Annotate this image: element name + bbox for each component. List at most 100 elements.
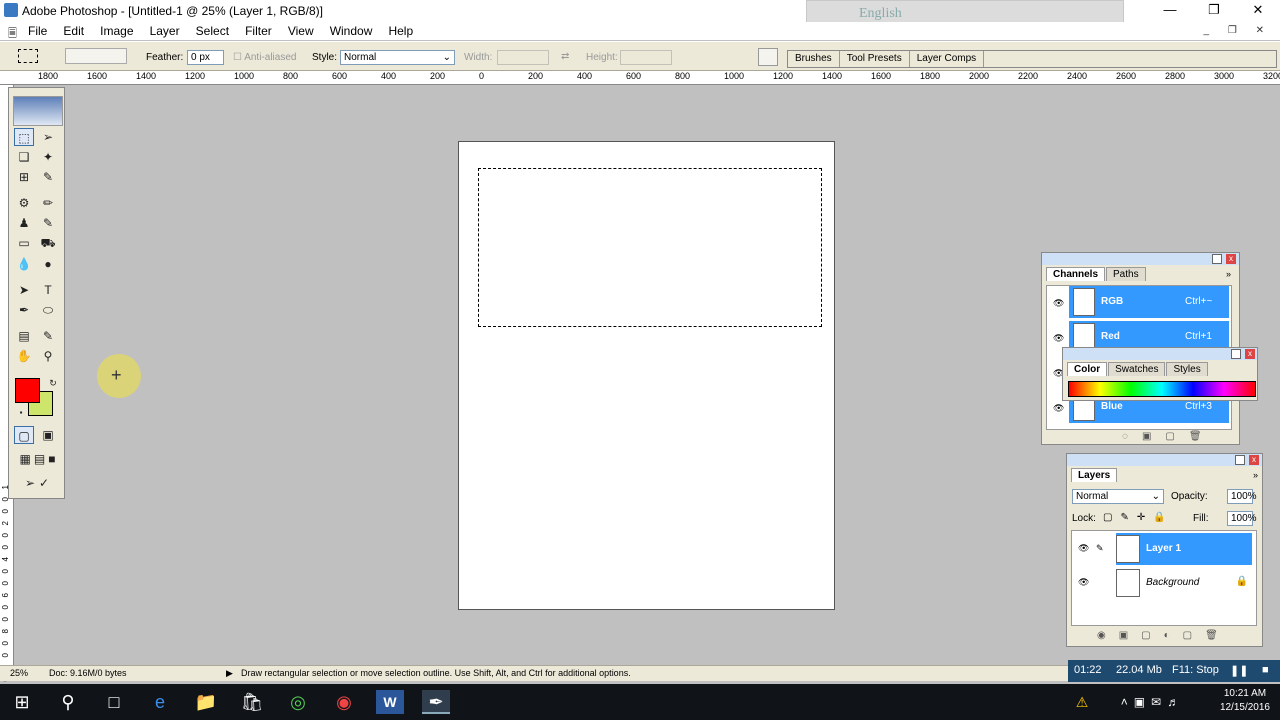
swap-icon[interactable]: ⇄ <box>561 51 569 62</box>
type-tool[interactable]: T <box>38 281 58 299</box>
close-button[interactable]: ✕ <box>1243 2 1273 20</box>
hand-tool[interactable]: ✋ <box>14 347 34 365</box>
tab-tool-presets[interactable]: Tool Presets <box>840 51 910 67</box>
restore-button[interactable]: ❐ <box>1199 2 1229 20</box>
crop-tool[interactable]: ⊞ <box>14 168 34 186</box>
fill-input[interactable]: 100% <box>1227 511 1257 526</box>
menu-edit[interactable]: Edit <box>63 24 84 38</box>
menu-file[interactable]: File <box>28 24 47 38</box>
selection-mode-buttons[interactable] <box>65 48 127 64</box>
clone-stamp-tool[interactable]: ♟ <box>14 214 34 232</box>
layer-row-layer-1[interactable]: Layer 1 <box>1116 533 1252 565</box>
marquee-preset-icon[interactable] <box>18 49 38 63</box>
eraser-tool[interactable]: ▭ <box>14 234 34 252</box>
standard-mode-button[interactable]: ▢ <box>14 426 34 444</box>
search-icon[interactable]: ⚲ <box>54 690 82 714</box>
tab-styles[interactable]: Styles <box>1166 362 1208 376</box>
notes-tool[interactable]: ▤ <box>14 327 34 345</box>
stop-icon[interactable]: ■ <box>1262 664 1269 676</box>
windows-start-icon[interactable]: ⊞ <box>8 690 36 714</box>
menu-select[interactable]: Select <box>196 24 229 38</box>
tripadvisor-icon[interactable]: ◎ <box>284 690 312 714</box>
foreground-color-swatch[interactable] <box>15 378 40 403</box>
zoom-level[interactable]: 25% <box>10 668 28 678</box>
layers-footer-buttons[interactable]: ◉▣▢◐▢🗑 <box>1097 630 1231 641</box>
brush-link-icon[interactable]: ✎ <box>1096 543 1108 554</box>
menu-window[interactable]: Window <box>330 24 373 38</box>
selection-marquee[interactable] <box>478 168 822 327</box>
menu-image[interactable]: Image <box>100 24 133 38</box>
eye-icon[interactable]: 👁 <box>1053 333 1065 344</box>
feather-logo-icon[interactable] <box>13 96 63 126</box>
panel-minimize-icon[interactable] <box>1212 254 1222 264</box>
dodge-tool[interactable]: ● <box>38 255 58 273</box>
path-selection-tool[interactable]: ➤ <box>14 281 34 299</box>
width-input[interactable] <box>497 50 549 65</box>
brush-tool[interactable]: ✏ <box>38 194 58 212</box>
close-icon[interactable]: x <box>1249 455 1259 465</box>
tab-paths[interactable]: Paths <box>1106 267 1146 281</box>
feather-input[interactable]: 0 px <box>187 50 224 65</box>
history-brush-tool[interactable]: ✎ <box>38 214 58 232</box>
eye-icon[interactable]: 👁 <box>1078 543 1090 554</box>
blur-tool[interactable]: 💧 <box>14 255 34 273</box>
move-tool[interactable]: ➢ <box>38 128 58 146</box>
tab-color[interactable]: Color <box>1067 362 1108 376</box>
tab-layers[interactable]: Layers <box>1071 468 1118 482</box>
status-arrow-icon[interactable]: ▶ <box>226 668 233 679</box>
language-label[interactable]: English <box>859 6 902 22</box>
jump-to-imageready-button[interactable]: ➢✓ <box>14 474 64 492</box>
panel-minimize-icon[interactable] <box>1231 349 1241 359</box>
menu-layer[interactable]: Layer <box>150 24 180 38</box>
clock[interactable]: 10:21 AM 12/15/2016 <box>1220 687 1270 715</box>
color-spectrum-bar[interactable] <box>1068 381 1256 397</box>
edge-browser-icon[interactable]: e <box>146 690 174 714</box>
warning-icon[interactable]: ⚠ <box>1068 690 1096 714</box>
magic-wand-tool[interactable]: ✦ <box>38 148 58 166</box>
channel-row-rgb[interactable]: RGB Ctrl+~ <box>1069 286 1229 318</box>
word-icon[interactable]: W <box>376 690 404 714</box>
antialiased-checkbox[interactable]: ☐ Anti-aliased <box>233 52 296 63</box>
tab-brushes[interactable]: Brushes <box>788 51 840 67</box>
pause-icon[interactable]: ❚❚ <box>1230 664 1248 677</box>
menu-view[interactable]: View <box>288 24 314 38</box>
task-view-icon[interactable]: □ <box>100 690 128 714</box>
default-colors-icon[interactable]: ▪ <box>11 404 31 422</box>
document-window-controls[interactable]: _ ❐ ✕ <box>1204 25 1272 36</box>
close-icon[interactable]: x <box>1226 254 1236 264</box>
menu-filter[interactable]: Filter <box>245 24 272 38</box>
slice-tool[interactable]: ✎ <box>38 168 58 186</box>
eye-icon[interactable]: 👁 <box>1053 403 1065 414</box>
zoom-tool[interactable]: ⚲ <box>38 347 58 365</box>
eye-icon[interactable]: 👁 <box>1053 298 1065 309</box>
blend-mode-select[interactable]: Normal ⌄ <box>1072 489 1164 504</box>
height-input[interactable] <box>620 50 672 65</box>
palette-well-icon[interactable] <box>758 48 778 66</box>
pen-tool[interactable]: ✒ <box>14 301 34 319</box>
lasso-tool[interactable]: ❑ <box>14 148 34 166</box>
store-icon[interactable]: 🛍 <box>238 690 266 714</box>
photoshop-taskbar-icon[interactable]: ✒ <box>422 690 450 714</box>
tab-swatches[interactable]: Swatches <box>1108 362 1166 376</box>
eyedropper-tool[interactable]: ✎ <box>38 327 58 345</box>
channels-footer-buttons[interactable]: ◌▣▢🗑 <box>1122 431 1216 442</box>
style-select[interactable]: Normal ⌄ <box>340 50 455 65</box>
opacity-input[interactable]: 100% <box>1227 489 1257 504</box>
quick-mask-button[interactable]: ▣ <box>38 426 58 444</box>
menu-help[interactable]: Help <box>388 24 413 38</box>
rectangular-marquee-tool[interactable]: ⬚ <box>14 128 34 146</box>
swap-colors-icon[interactable]: ↻ <box>43 374 63 392</box>
file-explorer-icon[interactable]: 📁 <box>192 690 220 714</box>
tab-layer-comps[interactable]: Layer Comps <box>910 51 985 67</box>
screen-mode-buttons[interactable]: ▦▤■ <box>14 450 64 468</box>
lock-icons[interactable]: ▢✎✛🔒 <box>1103 512 1174 523</box>
healing-brush-tool[interactable]: ⚙ <box>14 194 34 212</box>
recording-stop[interactable]: F11: Stop <box>1172 664 1219 676</box>
system-tray-icons[interactable]: ˄▣✉♬ <box>1098 690 1208 714</box>
chrome-icon[interactable]: ◉ <box>330 690 358 714</box>
panel-minimize-icon[interactable] <box>1235 455 1245 465</box>
ellipse-tool[interactable]: ⬭ <box>38 301 58 319</box>
minimize-button[interactable]: — <box>1155 2 1185 20</box>
close-icon[interactable]: x <box>1245 349 1255 359</box>
paint-bucket-tool[interactable]: ⛟ <box>38 234 58 252</box>
